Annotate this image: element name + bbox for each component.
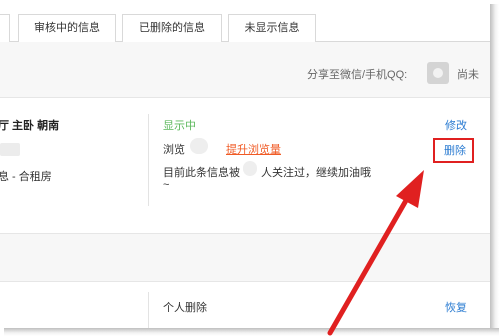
share-qrcode-icon[interactable]: [427, 62, 449, 84]
follow-text-tail: ~: [163, 179, 170, 191]
frame-shadow-bottom: [4, 328, 499, 336]
deleted-status: 个人删除: [163, 302, 207, 314]
tab-deleted[interactable]: 已删除的信息: [122, 14, 222, 42]
share-label: 分享至微信/手机QQ:: [307, 69, 408, 81]
page-frame: 审核中的信息 已删除的信息 未显示信息 分享至微信/手机QQ: 尚未 厅 主卧 …: [0, 0, 490, 328]
restore-link[interactable]: 恢复: [445, 299, 467, 315]
tab-partial[interactable]: [0, 14, 10, 42]
share-bar: 分享至微信/手机QQ: 尚未: [0, 42, 490, 98]
tab-bar: 审核中的信息 已删除的信息 未显示信息: [0, 0, 490, 42]
listing-blurred-info: [0, 143, 20, 156]
section-band: [0, 234, 490, 282]
edit-link[interactable]: 修改: [445, 117, 467, 133]
listing-type: 息 - 合租房: [0, 171, 52, 183]
column-divider: [148, 114, 149, 206]
share-trailing-text: 尚未: [457, 69, 479, 81]
status-badge: 显示中: [163, 120, 196, 132]
views-label: 浏览: [163, 144, 185, 156]
views-count-blurred: [190, 138, 208, 154]
tab-under-review[interactable]: 审核中的信息: [18, 14, 116, 42]
follow-text-after: 人关注过，继续加油哦: [261, 167, 371, 179]
boost-views-link[interactable]: 提升浏览量: [226, 141, 281, 157]
delete-link[interactable]: 删除: [444, 142, 466, 158]
listing-row-deleted: 个人删除 恢复: [0, 282, 490, 328]
follow-text-before: 目前此条信息被: [163, 167, 240, 179]
column-divider: [148, 292, 149, 328]
listing-title[interactable]: 厅 主卧 朝南: [0, 117, 59, 133]
frame-shadow-right: [490, 4, 499, 336]
tab-not-shown[interactable]: 未显示信息: [228, 14, 316, 42]
listing-row: 厅 主卧 朝南 息 - 合租房 显示中 浏览 提升浏览量 目前此条信息被 人关注…: [0, 98, 490, 234]
follow-count-blurred: [243, 161, 257, 176]
